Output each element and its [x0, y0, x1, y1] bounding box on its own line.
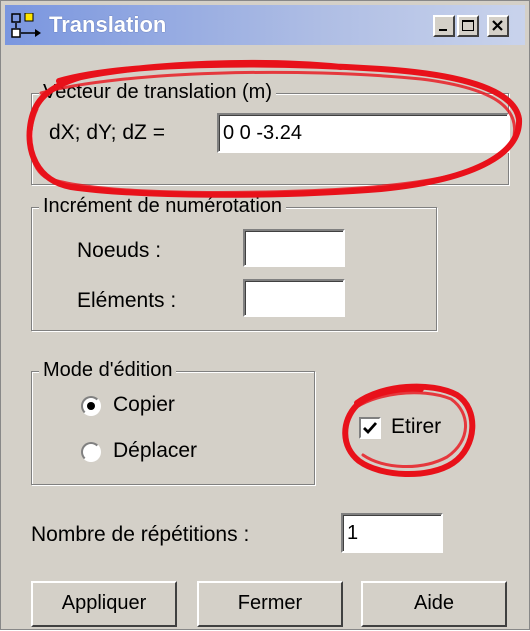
nodes-label: Noeuds : — [77, 239, 162, 262]
minimize-button[interactable] — [433, 15, 455, 37]
move-radio[interactable] — [81, 442, 101, 462]
nodes-increment-input[interactable] — [243, 229, 345, 267]
help-button[interactable]: Aide — [361, 581, 507, 627]
radio-selected-dot — [87, 402, 95, 410]
translation-vector-group-label: Vecteur de translation (m) — [39, 81, 276, 104]
close-button[interactable] — [487, 15, 509, 37]
elements-increment-input[interactable] — [243, 279, 345, 317]
translation-app-icon — [11, 13, 41, 38]
checkmark-icon — [363, 422, 378, 435]
edit-mode-group-label: Mode d'édition — [39, 359, 177, 382]
move-radio-label[interactable]: Déplacer — [113, 439, 197, 463]
maximize-button[interactable] — [457, 15, 479, 37]
window-title: Translation — [49, 12, 167, 37]
translation-dialog: Translation Vecteur de translation (m) d… — [0, 0, 530, 630]
close-dialog-button[interactable]: Fermer — [197, 581, 343, 627]
dxdydz-label: dX; dY; dZ = — [49, 121, 165, 144]
repetitions-input[interactable] — [341, 513, 443, 553]
maximize-icon — [462, 20, 474, 31]
apply-button[interactable]: Appliquer — [31, 581, 177, 627]
minimize-icon — [439, 29, 447, 31]
stretch-label[interactable]: Etirer — [391, 415, 441, 439]
stretch-checkbox[interactable] — [359, 417, 381, 439]
numbering-increment-group-label: Incrément de numérotation — [39, 195, 287, 218]
title-bar[interactable]: Translation — [5, 5, 525, 45]
elements-label: Eléments : — [77, 289, 177, 312]
translation-vector-input[interactable] — [217, 113, 509, 153]
copy-radio[interactable] — [81, 396, 101, 416]
copy-radio-label[interactable]: Copier — [113, 393, 175, 417]
close-icon — [492, 20, 503, 31]
edit-mode-group — [31, 371, 315, 485]
repetitions-label: Nombre de répétitions : — [31, 523, 250, 546]
